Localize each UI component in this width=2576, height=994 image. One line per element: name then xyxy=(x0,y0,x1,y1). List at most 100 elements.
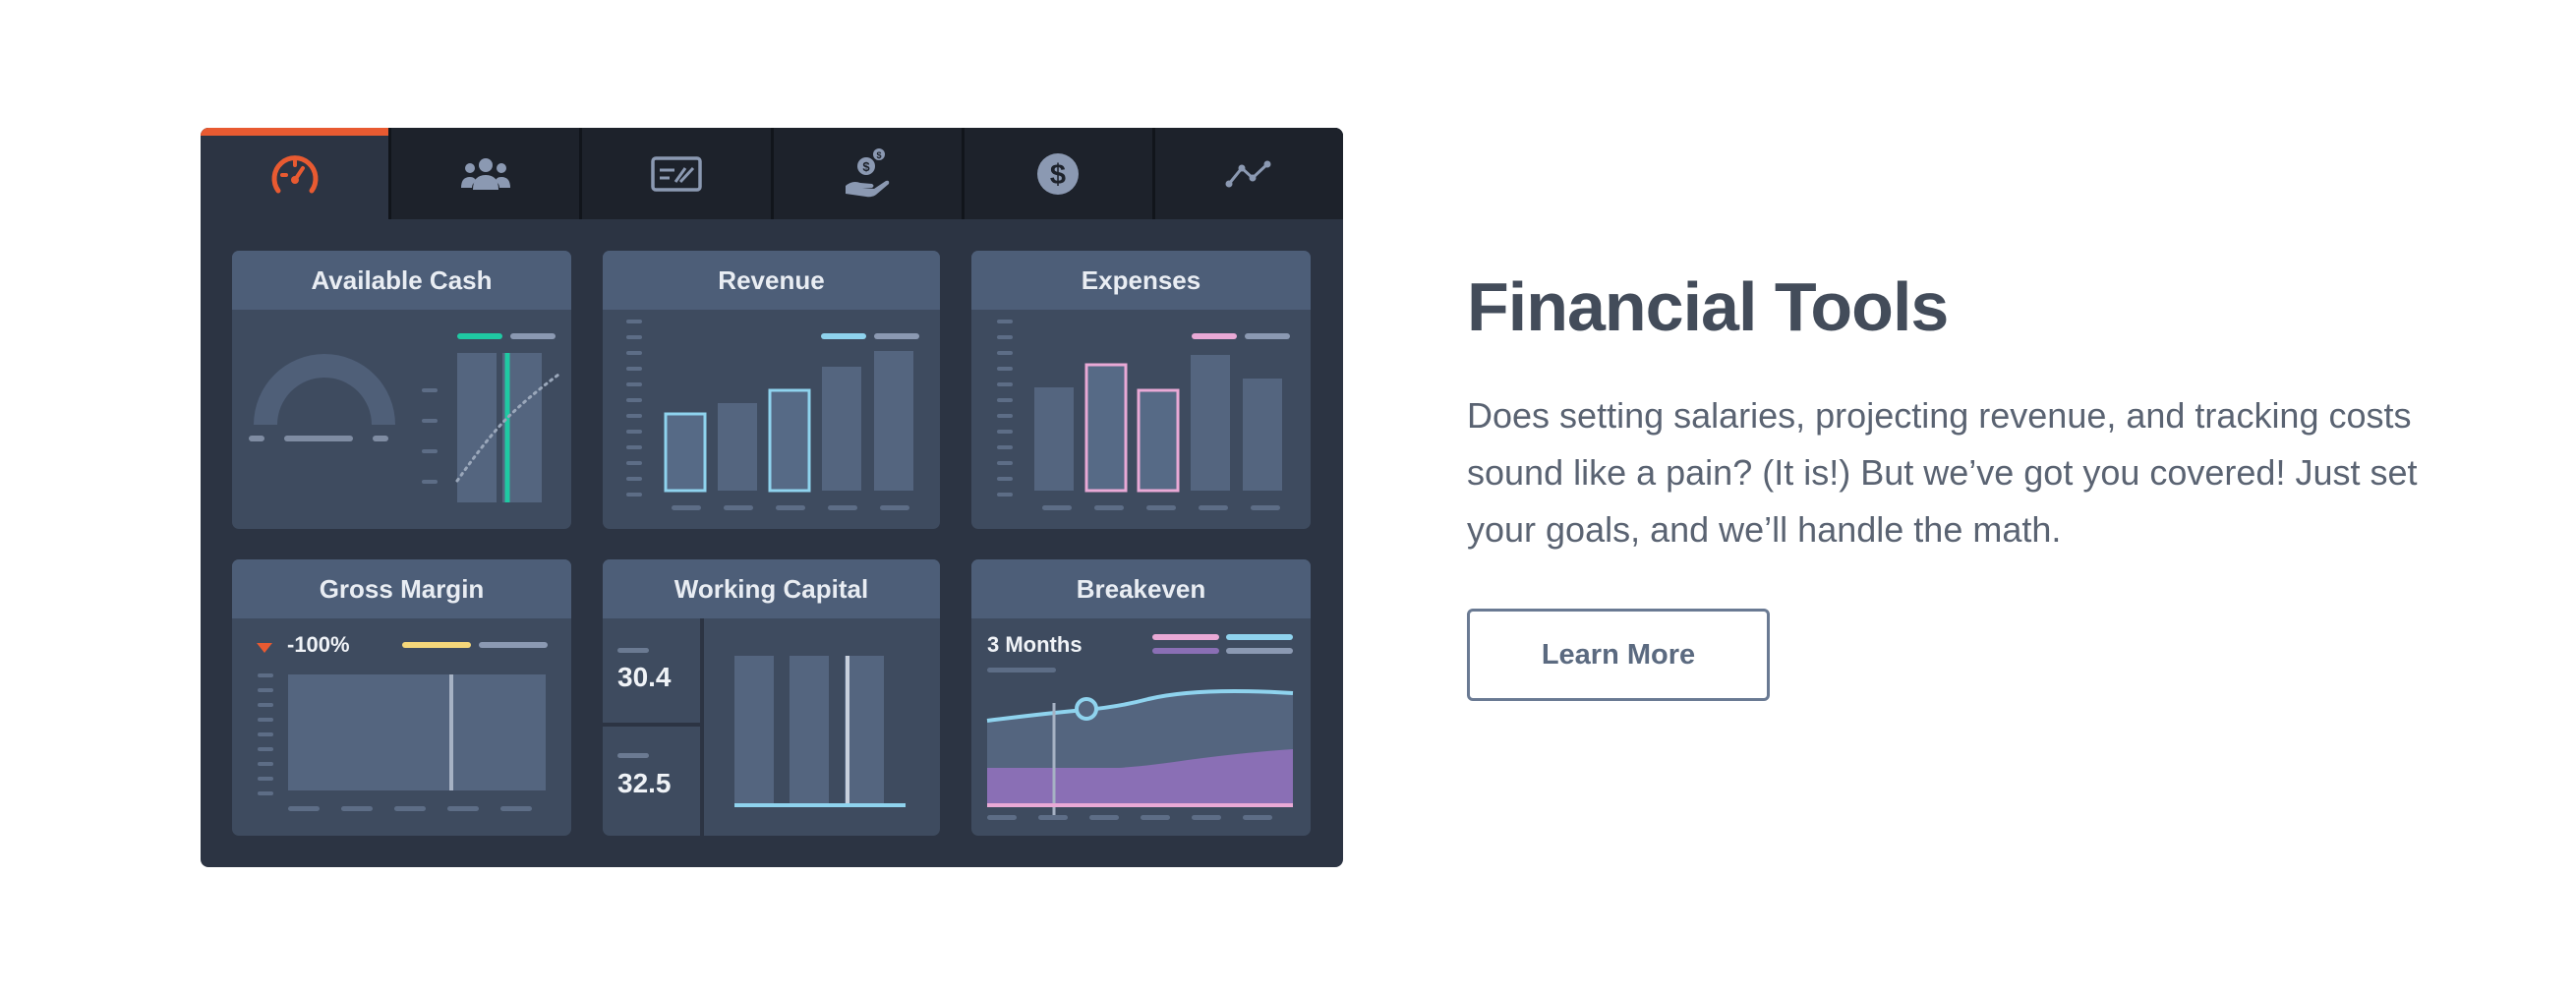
panel-title: Working Capital xyxy=(603,559,940,618)
bar xyxy=(1243,379,1282,491)
learn-more-button[interactable]: Learn More xyxy=(1467,609,1770,701)
axis-tick xyxy=(626,398,642,402)
panel-title: Available Cash xyxy=(232,251,571,310)
axis-tick xyxy=(626,430,642,434)
axis-tick xyxy=(997,445,1013,449)
axis-tick xyxy=(626,414,642,418)
axis-tick xyxy=(1243,815,1272,820)
axis-tick xyxy=(626,445,642,449)
axis-tick xyxy=(258,688,273,692)
axis-tick xyxy=(997,398,1013,402)
axis-tick xyxy=(258,673,273,677)
axis-tick xyxy=(1251,505,1280,510)
bar-series xyxy=(664,351,913,493)
axis-tick xyxy=(258,732,273,736)
axis-tick xyxy=(626,477,642,481)
breakeven-value: 3 Months xyxy=(987,632,1083,657)
speedometer-icon xyxy=(271,154,319,193)
gross-margin-value: -100% xyxy=(287,632,350,657)
axis-tick xyxy=(258,777,273,781)
axis-tick xyxy=(997,367,1013,371)
bar xyxy=(718,403,757,491)
axis-tick xyxy=(1199,505,1228,510)
axis-tick xyxy=(997,477,1013,481)
tab-funding[interactable]: $ $ xyxy=(770,128,962,219)
tab-dashboard[interactable] xyxy=(201,128,389,219)
axis-tick xyxy=(880,505,909,510)
tab-payments[interactable] xyxy=(579,128,771,219)
working-capital-value-1: 30.4 xyxy=(617,662,672,692)
axis-tick xyxy=(1089,815,1119,820)
bar xyxy=(1034,387,1074,491)
bar xyxy=(1191,355,1230,491)
revenue-chart xyxy=(626,320,919,510)
y-axis-ticks xyxy=(997,320,1013,497)
panel-title: Gross Margin xyxy=(232,559,571,618)
svg-text:$: $ xyxy=(862,159,870,174)
working-capital-chart xyxy=(603,618,906,836)
axis-tick xyxy=(997,461,1013,465)
axis-tick xyxy=(626,320,642,323)
revenue-panel: Revenue xyxy=(603,251,940,529)
axis-tick xyxy=(997,382,1013,386)
tab-finance[interactable]: $ xyxy=(961,128,1152,219)
axis-tick xyxy=(997,430,1013,434)
page-title: Financial Tools xyxy=(1467,268,1949,345)
axis-tick xyxy=(1146,505,1176,510)
axis-tick xyxy=(987,815,1017,820)
gross-margin-panel: Gross Margin -100% xyxy=(232,559,571,836)
breakeven-panel: Breakeven 3 Months xyxy=(971,559,1311,836)
axis-tick xyxy=(500,806,532,811)
axis-tick xyxy=(1141,815,1170,820)
bar xyxy=(664,412,707,493)
axis-tick xyxy=(394,806,426,811)
axis-tick xyxy=(724,505,753,510)
working-capital-value-2: 32.5 xyxy=(617,768,672,798)
axis-tick xyxy=(997,493,1013,497)
available-cash-panel: Available Cash xyxy=(232,251,571,529)
bar xyxy=(822,367,861,491)
axis-tick xyxy=(626,335,642,339)
dashboard-tabs: $ $ $ xyxy=(201,128,1343,219)
axis-tick xyxy=(258,762,273,766)
axis-tick xyxy=(288,806,320,811)
axis-tick xyxy=(341,806,373,811)
dashboard-illustration: $ $ $ Available Cash Revenue Expenses Gr… xyxy=(201,128,1343,867)
axis-tick xyxy=(997,351,1013,355)
axis-tick xyxy=(258,791,273,795)
panel-title: Expenses xyxy=(971,251,1311,310)
panel-title: Breakeven xyxy=(971,559,1311,618)
axis-tick xyxy=(1042,505,1072,510)
axis-tick xyxy=(997,414,1013,418)
bar xyxy=(1137,388,1180,493)
description-text: Does setting salaries, projecting revenu… xyxy=(1467,395,2418,550)
axis-tick xyxy=(997,320,1013,323)
bar xyxy=(874,351,913,491)
bar xyxy=(768,388,811,493)
svg-text:$: $ xyxy=(1050,159,1066,191)
x-axis-ticks xyxy=(672,505,909,510)
axis-tick xyxy=(776,505,805,510)
axis-tick xyxy=(1094,505,1124,510)
axis-tick xyxy=(626,367,642,371)
working-capital-panel: Working Capital 30.4 32.5 xyxy=(603,559,940,836)
tab-team[interactable] xyxy=(388,128,580,219)
axis-tick xyxy=(1192,815,1221,820)
axis-tick xyxy=(997,335,1013,339)
axis-tick xyxy=(672,505,701,510)
svg-text:$: $ xyxy=(877,150,882,160)
down-arrow-icon xyxy=(257,643,272,653)
hand-money-icon: $ $ xyxy=(846,147,890,197)
panel-title: Revenue xyxy=(603,251,940,310)
credit-card-icon xyxy=(651,155,702,192)
bar-series xyxy=(1034,355,1282,493)
y-axis-ticks xyxy=(626,320,642,497)
line-chart-icon xyxy=(1225,160,1271,187)
axis-tick xyxy=(626,351,642,355)
expenses-panel: Expenses xyxy=(971,251,1311,529)
x-axis-ticks xyxy=(1042,505,1280,510)
expenses-chart xyxy=(997,320,1290,510)
tab-trends[interactable] xyxy=(1151,128,1343,219)
axis-tick xyxy=(626,461,642,465)
axis-tick xyxy=(258,747,273,751)
